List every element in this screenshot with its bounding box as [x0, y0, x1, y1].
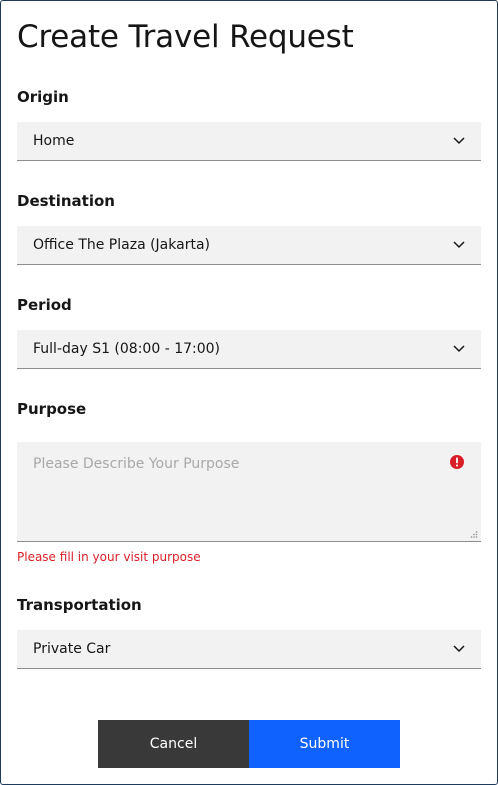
purpose-error-message: Please fill in your visit purpose [17, 550, 201, 564]
error-icon [450, 455, 464, 469]
purpose-label: Purpose [17, 400, 87, 418]
destination-select[interactable]: Office The Plaza (Jakarta) [17, 226, 481, 265]
transportation-select[interactable]: Private Car [17, 630, 481, 669]
chevron-down-icon [453, 137, 465, 145]
origin-value: Home [33, 133, 75, 149]
purpose-placeholder: Please Describe Your Purpose [33, 456, 240, 472]
chevron-down-icon [453, 241, 465, 249]
submit-button[interactable]: Submit [249, 720, 400, 768]
cancel-button[interactable]: Cancel [98, 720, 249, 768]
transportation-value: Private Car [33, 641, 111, 657]
transportation-label: Transportation [17, 596, 142, 614]
period-label: Period [17, 296, 72, 314]
origin-select[interactable]: Home [17, 122, 481, 161]
travel-request-modal: Create Travel Request Origin Home Destin… [0, 0, 498, 785]
origin-label: Origin [17, 88, 69, 106]
destination-value: Office The Plaza (Jakarta) [33, 237, 210, 253]
resize-handle-icon[interactable] [470, 530, 478, 538]
destination-label: Destination [17, 192, 115, 210]
page-title: Create Travel Request [17, 19, 354, 55]
chevron-down-icon [453, 645, 465, 653]
purpose-textarea[interactable]: Please Describe Your Purpose [17, 442, 481, 542]
period-select[interactable]: Full-day S1 (08:00 - 17:00) [17, 330, 481, 369]
period-value: Full-day S1 (08:00 - 17:00) [33, 341, 221, 357]
chevron-down-icon [453, 345, 465, 353]
